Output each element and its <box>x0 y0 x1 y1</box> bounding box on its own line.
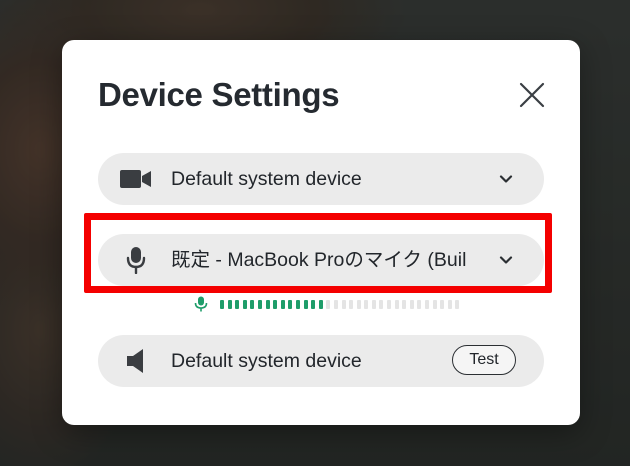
level-segment-active <box>235 299 240 309</box>
device-settings-dialog: Device Settings Default system device 既定 <box>62 40 580 425</box>
test-speaker-button[interactable]: Test <box>452 345 516 375</box>
level-segment-inactive <box>432 299 437 309</box>
level-segment-inactive <box>425 299 430 309</box>
level-segment-inactive <box>364 299 369 309</box>
close-button[interactable] <box>514 77 550 113</box>
camera-selected-value: Default system device <box>171 168 362 190</box>
microphone-level-meter <box>194 296 463 312</box>
level-segment-inactive <box>402 299 407 309</box>
level-segment-active <box>311 299 316 309</box>
video-camera-icon <box>120 167 152 191</box>
microphone-selected-value: 既定 - MacBook Proのマイク (Buil <box>171 249 467 271</box>
microphone-select[interactable]: 既定 - MacBook Proのマイク (Buil <box>98 234 544 286</box>
level-segment-inactive <box>394 299 399 309</box>
level-segment-active <box>265 299 270 309</box>
level-segment-inactive <box>447 299 452 309</box>
level-segment-active <box>227 299 232 309</box>
level-segment-inactive <box>333 299 338 309</box>
level-segment-inactive <box>356 299 361 309</box>
chevron-down-icon <box>499 256 513 264</box>
level-segment-active <box>250 299 255 309</box>
level-segment-active <box>318 299 323 309</box>
level-segment-inactive <box>341 299 346 309</box>
level-segment-inactive <box>349 299 354 309</box>
level-segment-active <box>220 299 224 309</box>
level-segment-inactive <box>440 299 445 309</box>
level-segment-active <box>280 299 285 309</box>
speaker-selected-value: Default system device <box>171 350 362 372</box>
level-segment-inactive <box>455 299 460 309</box>
close-icon <box>519 82 545 108</box>
level-segment-inactive <box>326 299 331 309</box>
level-segment-active <box>273 299 278 309</box>
speaker-icon <box>120 349 152 373</box>
level-segment-active <box>257 299 262 309</box>
chevron-down-icon <box>499 175 513 183</box>
speaker-select[interactable]: Default system device Test <box>98 335 544 387</box>
dialog-title: Device Settings <box>98 76 340 113</box>
level-segment-active <box>303 299 308 309</box>
level-segment-inactive <box>387 299 392 309</box>
level-segment-active <box>242 299 247 309</box>
level-segment-active <box>288 299 293 309</box>
level-segment-inactive <box>409 299 414 309</box>
level-segment-inactive <box>371 299 376 309</box>
level-segment-inactive <box>417 299 422 309</box>
camera-select[interactable]: Default system device <box>98 153 544 205</box>
level-segment-inactive <box>379 299 384 309</box>
level-segment-active <box>295 299 300 309</box>
microphone-icon <box>120 247 152 274</box>
microphone-level-icon <box>194 296 208 312</box>
